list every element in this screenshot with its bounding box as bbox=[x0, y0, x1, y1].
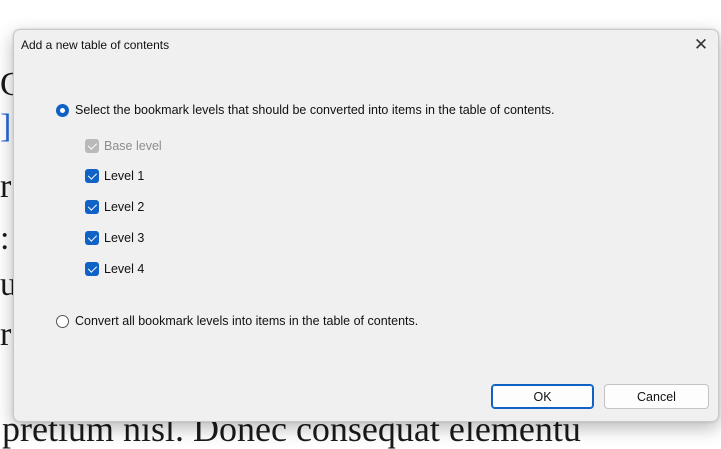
checkbox-level-3[interactable]: Level 3 bbox=[85, 231, 144, 245]
doc-text-fragment: r bbox=[0, 168, 12, 205]
toc-dialog: Add a new table of contents ✕ Select the… bbox=[13, 29, 719, 422]
radio-bookmark-levels[interactable]: Select the bookmark levels that should b… bbox=[56, 103, 554, 117]
checkbox-check-icon bbox=[85, 231, 99, 245]
checkbox-level-2[interactable]: Level 2 bbox=[85, 200, 144, 214]
radio-unchecked-icon bbox=[56, 314, 69, 328]
checkbox-level-4[interactable]: Level 4 bbox=[85, 262, 144, 276]
cancel-button[interactable]: Cancel bbox=[604, 384, 709, 409]
radio-label: Select the bookmark levels that should b… bbox=[75, 103, 555, 117]
checkbox-check-icon bbox=[85, 139, 99, 153]
checkbox-check-icon bbox=[85, 169, 99, 183]
radio-label: Convert all bookmark levels into items i… bbox=[75, 314, 419, 328]
radio-all-levels[interactable]: Convert all bookmark levels into items i… bbox=[56, 314, 418, 328]
checkbox-label: Level 3 bbox=[104, 231, 145, 245]
doc-text-fragment: ] bbox=[0, 108, 12, 145]
ok-button[interactable]: OK bbox=[491, 384, 594, 409]
close-icon: ✕ bbox=[693, 35, 709, 55]
checkbox-base-level[interactable]: Base level bbox=[85, 139, 162, 153]
checkbox-check-icon bbox=[85, 200, 99, 214]
checkbox-label: Level 1 bbox=[104, 169, 145, 183]
checkbox-label: Level 4 bbox=[104, 262, 145, 276]
checkbox-label: Base level bbox=[104, 139, 162, 153]
checkbox-label: Level 2 bbox=[104, 200, 145, 214]
checkbox-check-icon bbox=[85, 262, 99, 276]
dialog-title: Add a new table of contents bbox=[21, 38, 170, 52]
doc-text-fragment: r bbox=[0, 316, 12, 353]
doc-text-fragment: : bbox=[0, 220, 10, 257]
radio-checked-icon bbox=[56, 103, 69, 117]
close-button[interactable]: ✕ bbox=[684, 30, 718, 60]
checkbox-level-1[interactable]: Level 1 bbox=[85, 169, 144, 183]
